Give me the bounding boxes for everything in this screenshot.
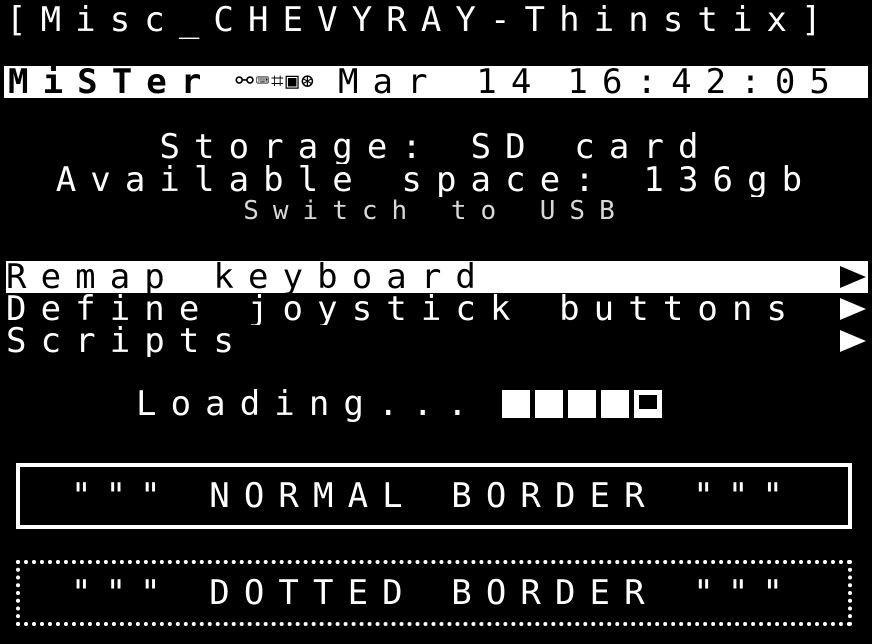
- progress-block: [534, 390, 563, 418]
- normal-border-label: """ NORMAL BORDER """: [71, 476, 797, 516]
- menu-item-label: Define joystick buttons: [6, 293, 802, 325]
- switch-to-usb-hint[interactable]: Switch to USB: [0, 196, 872, 226]
- menu-item-remap-keyboard[interactable]: Remap keyboard: [6, 261, 868, 293]
- dotted-border-box: """ DOTTED BORDER """: [16, 560, 852, 626]
- dotted-border-label: """ DOTTED BORDER """: [71, 573, 797, 613]
- menu-item-scripts[interactable]: Scripts: [6, 325, 868, 357]
- core-name: MiSTer: [8, 66, 216, 98]
- arrow-right-icon: [840, 330, 866, 352]
- menu-item-define-joystick-buttons[interactable]: Define joystick buttons: [6, 293, 868, 325]
- menu-item-label: Remap keyboard: [6, 261, 490, 293]
- progress-bar: [501, 390, 662, 418]
- menu-item-label: Scripts: [6, 325, 248, 357]
- progress-block: [501, 390, 530, 418]
- normal-border-box: """ NORMAL BORDER """: [16, 463, 852, 529]
- status-time: 16:42:05: [567, 66, 844, 98]
- loading-label: Loading...: [136, 384, 482, 424]
- storage-label: Storage: SD card: [159, 130, 713, 164]
- status-bar: MiSTer ⚯⌨⌗▣⊛ Mar 14 16:42:05: [4, 66, 868, 98]
- progress-block: [567, 390, 596, 418]
- available-space-label: Available space: 136gb: [55, 163, 817, 197]
- arrow-right-icon: [840, 298, 866, 320]
- status-date: Mar 14: [337, 66, 546, 98]
- arrow-right-icon: [840, 266, 866, 288]
- device-status-icons: ⚯⌨⌗▣⊛: [235, 69, 316, 94]
- progress-block: [600, 390, 629, 418]
- loading-indicator: Loading...: [136, 384, 662, 424]
- window-title: [Misc_CHEVYRAY-Thinstix]: [6, 0, 836, 40]
- progress-block-partial: [633, 390, 662, 418]
